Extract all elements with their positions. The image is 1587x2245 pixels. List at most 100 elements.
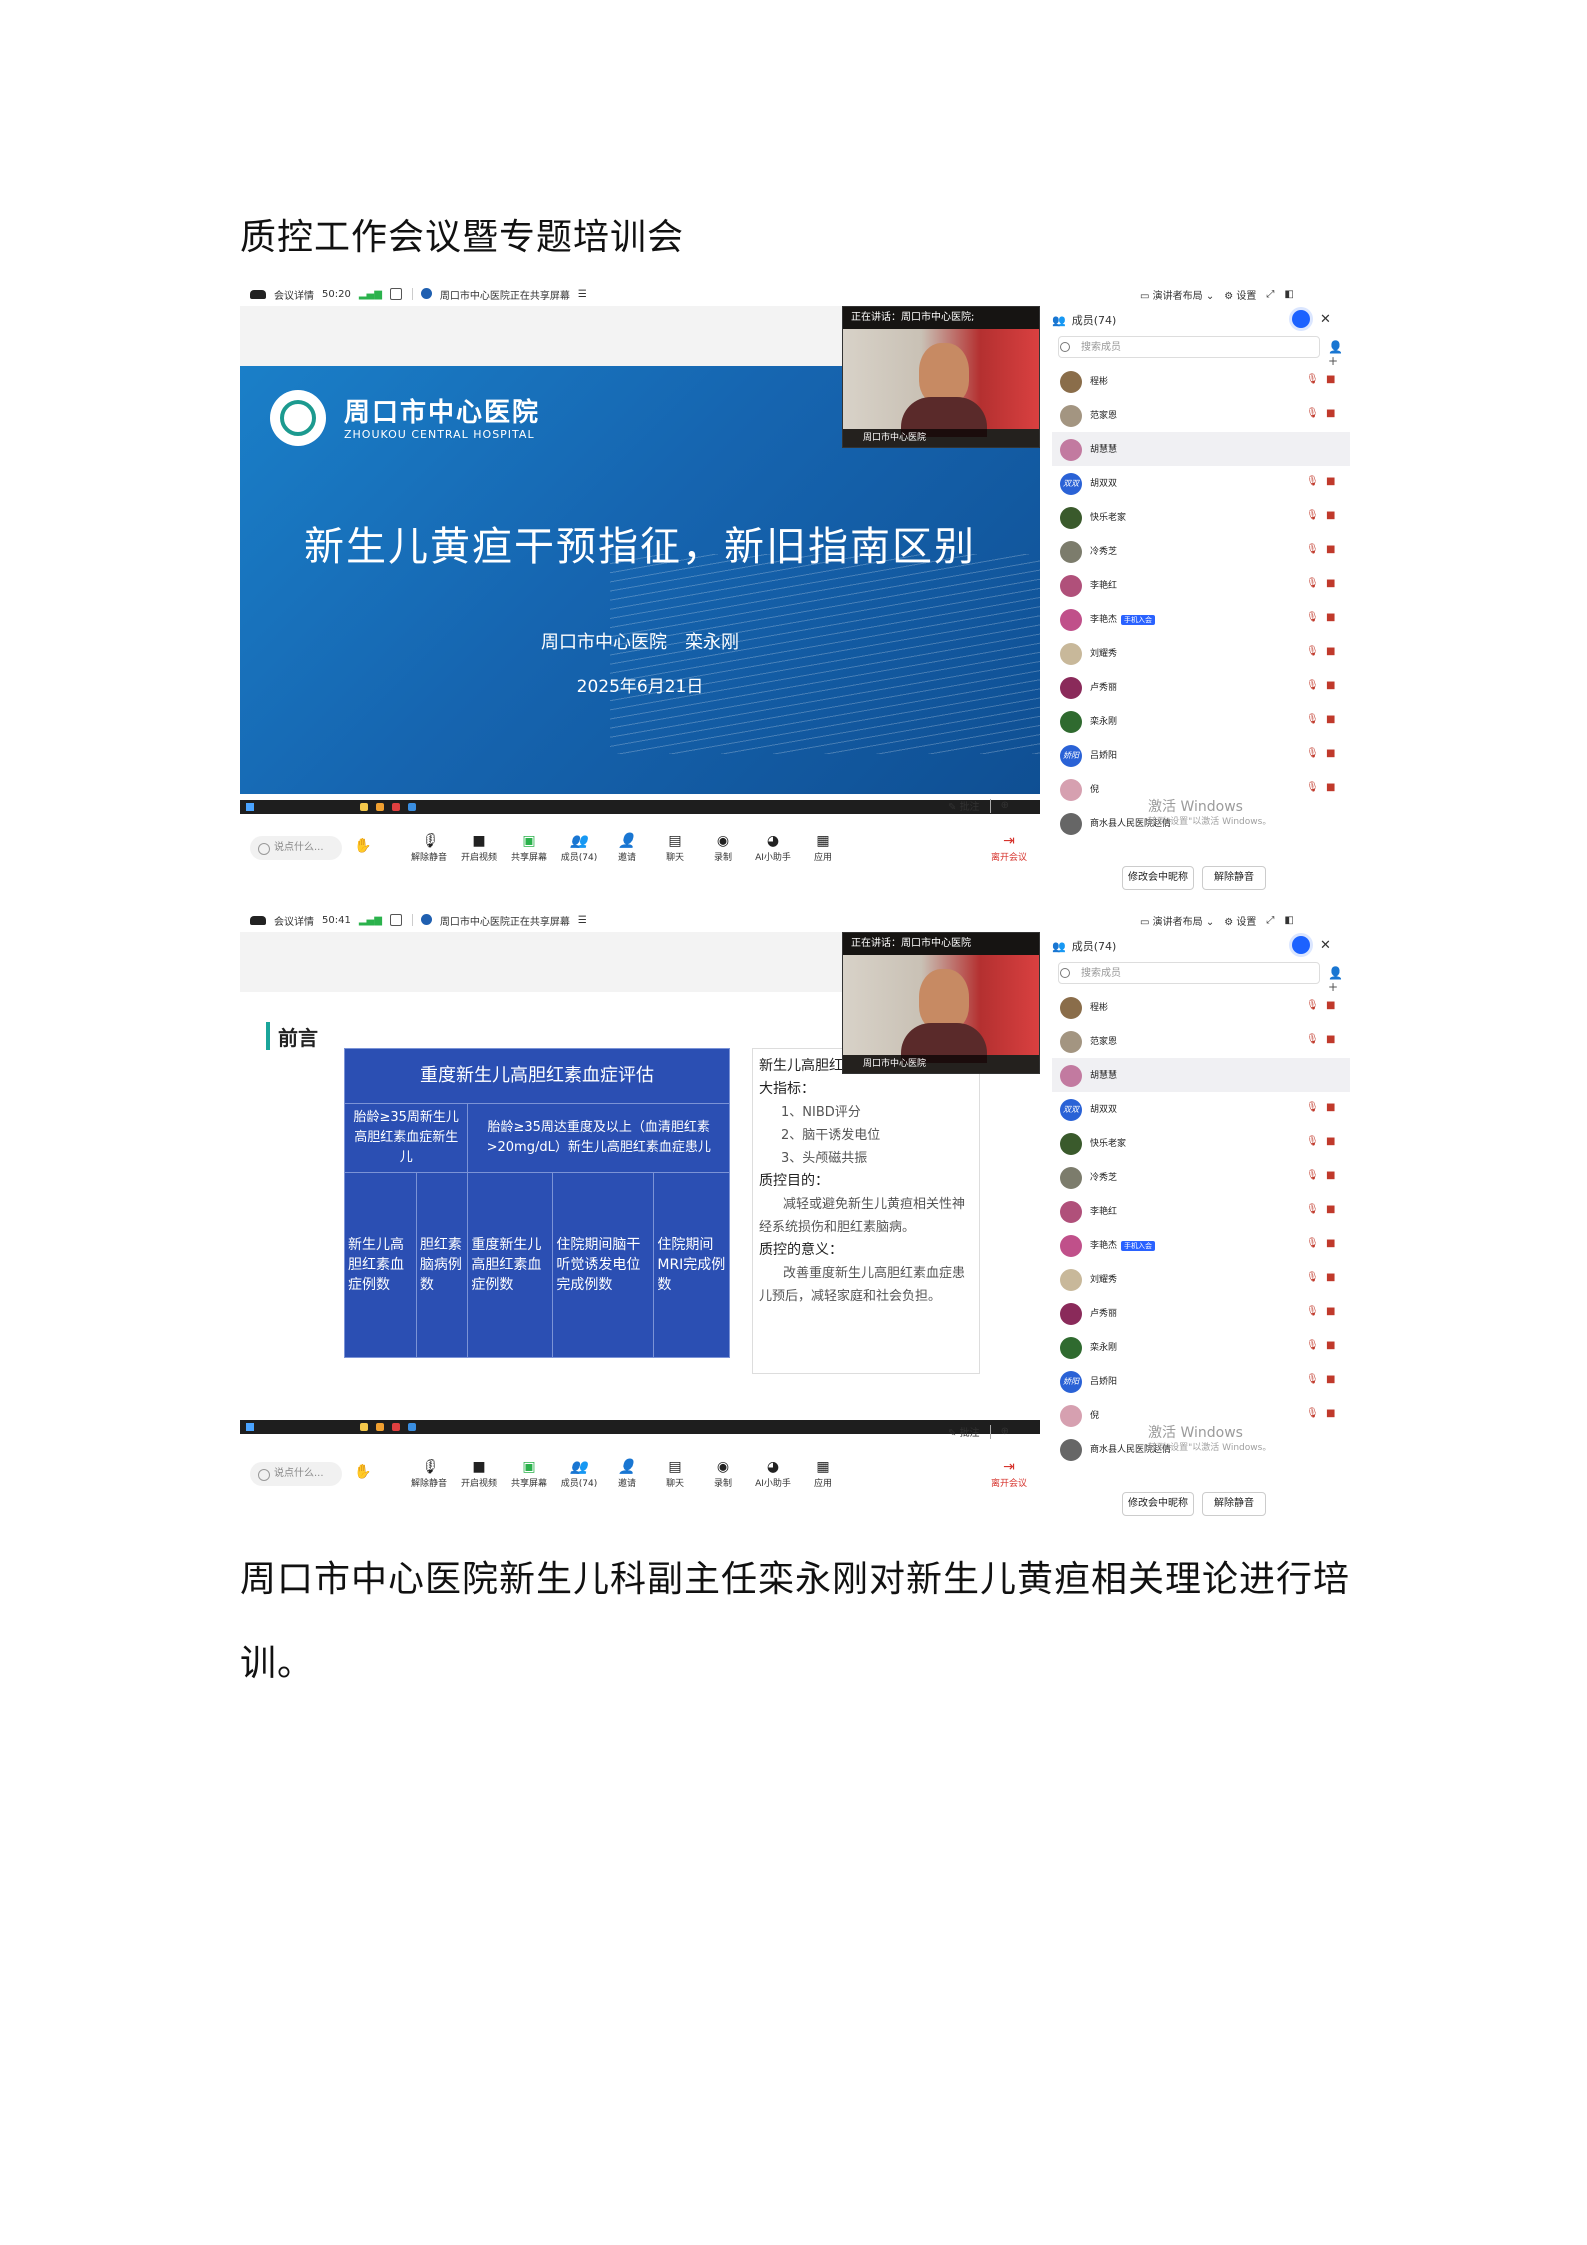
member-row[interactable]: 卢秀丽 🎙 ■: [1052, 670, 1350, 704]
member-row[interactable]: 双双 胡双双 🎙 ■: [1052, 1092, 1350, 1126]
members-button[interactable]: 👥 成员(74): [552, 832, 606, 863]
chat-quick-input[interactable]: 说点什么...: [250, 1462, 342, 1486]
member-row[interactable]: 范家恩 🎙 ■: [1052, 398, 1350, 432]
app-icon: [392, 803, 400, 811]
camera-off-icon: ■: [1326, 646, 1336, 657]
member-row[interactable]: 李艳红 🎙 ■: [1052, 568, 1350, 602]
member-row[interactable]: 娇阳 吕娇阳 🎙 ■: [1052, 1364, 1350, 1398]
member-row[interactable]: 刘耀秀 🎙 ■: [1052, 636, 1350, 670]
meeting-details-link[interactable]: 会议详情: [274, 913, 314, 928]
member-row[interactable]: 冷秀芝 🎙 ■: [1052, 534, 1350, 568]
camera-off-icon: ■: [1326, 1204, 1336, 1215]
record-button[interactable]: ◉ 录制: [696, 832, 750, 863]
meeting-timer: 50:20: [322, 288, 351, 300]
avatar: [1060, 1201, 1082, 1223]
member-search-input[interactable]: 搜索成员: [1058, 962, 1320, 984]
leave-meeting-button[interactable]: ⇥ 离开会议: [982, 832, 1036, 863]
leave-meeting-button[interactable]: ⇥ 离开会议: [982, 1458, 1036, 1489]
start-video-button[interactable]: ■ 开启视频: [452, 832, 506, 863]
member-row[interactable]: 栾永刚 🎙 ■: [1052, 1330, 1350, 1364]
zoom-icon[interactable]: ⊕: [1001, 800, 1009, 811]
annotate-button[interactable]: ✎ 批注: [948, 1424, 980, 1439]
annotate-button[interactable]: ✎ 批注: [948, 798, 980, 813]
member-row[interactable]: 范家恩 🎙 ■: [1052, 1024, 1350, 1058]
record-button[interactable]: ◉ 录制: [696, 1458, 750, 1489]
member-row[interactable]: 快乐老家 🎙 ■: [1052, 1126, 1350, 1160]
member-row[interactable]: 程彬 🎙 ■: [1052, 364, 1350, 398]
avatar: [1060, 1439, 1082, 1461]
speaker-video[interactable]: 正在讲话：周口市中心医院 周口市中心医院: [842, 932, 1040, 1074]
chat-button[interactable]: ▤ 聊天: [648, 1458, 702, 1489]
apps-button[interactable]: ▦ 应用: [796, 1458, 850, 1489]
close-icon[interactable]: ✕: [1320, 312, 1331, 327]
invite-icon: 👤: [618, 833, 636, 849]
fullscreen-icon[interactable]: ⤢: [1266, 915, 1274, 926]
member-row[interactable]: 快乐老家 🎙 ■: [1052, 500, 1350, 534]
member-row[interactable]: 胡慧慧: [1052, 432, 1350, 466]
apps-button[interactable]: ▦ 应用: [796, 832, 850, 863]
avatar: [1060, 507, 1082, 529]
member-search-input[interactable]: 搜索成员: [1058, 336, 1320, 358]
share-screen-button[interactable]: ▣ 共享屏幕: [502, 1458, 556, 1489]
sharing-menu-icon[interactable]: ☰: [578, 915, 587, 926]
member-row[interactable]: 李艳杰 手机入会 🎙 ■: [1052, 1228, 1350, 1262]
member-row[interactable]: 李艳红 🎙 ■: [1052, 1194, 1350, 1228]
avatar: [1060, 1235, 1082, 1257]
camera-off-icon: ■: [1326, 1170, 1336, 1181]
settings-button[interactable]: ⚙ 设置: [1224, 913, 1256, 928]
sidebar-toggle-icon[interactable]: ◧: [1284, 289, 1293, 300]
member-row[interactable]: 程彬 🎙 ■: [1052, 990, 1350, 1024]
unmute-button[interactable]: 🎙 解除静音: [402, 832, 456, 863]
speaking-indicator: 正在讲话：周口市中心医院: [843, 933, 1039, 955]
members-button[interactable]: 👥 成员(74): [552, 1458, 606, 1489]
zoom-icon[interactable]: ⊕: [1001, 1426, 1009, 1437]
close-icon[interactable]: ✕: [1320, 938, 1331, 953]
layout-dropdown[interactable]: ▭ 演讲者布局 ⌄: [1140, 287, 1214, 302]
raise-hand-icon[interactable]: ✋: [354, 1464, 371, 1480]
meeting-logo-icon: [250, 915, 266, 925]
member-row[interactable]: 栾永刚 🎙 ■: [1052, 704, 1350, 738]
layout-dropdown[interactable]: ▭ 演讲者布局 ⌄: [1140, 913, 1214, 928]
sharer-avatar-icon: [420, 914, 432, 926]
ai-assistant-button[interactable]: ◕ AI小助手: [746, 832, 800, 863]
member-row[interactable]: 李艳杰 手机入会 🎙 ■: [1052, 602, 1350, 636]
unmute-button[interactable]: 🎙 解除静音: [402, 1458, 456, 1489]
avatar: [1060, 575, 1082, 597]
heading-accent: [266, 1022, 270, 1050]
member-row[interactable]: 刘耀秀 🎙 ■: [1052, 1262, 1350, 1296]
avatar: [1060, 813, 1082, 835]
chat-quick-input[interactable]: 说点什么...: [250, 836, 342, 860]
speaker-video[interactable]: 正在讲话：周口市中心医院; 周口市中心医院: [842, 306, 1040, 448]
popout-icon[interactable]: [389, 288, 402, 300]
sidebar-toggle-icon[interactable]: ◧: [1284, 915, 1293, 926]
chat-icon: ▤: [668, 1459, 682, 1475]
rename-button[interactable]: 修改会中昵称: [1122, 866, 1194, 890]
table-cell: 住院期间脑干听觉诱发电位完成例数: [552, 1172, 655, 1358]
start-video-button[interactable]: ■ 开启视频: [452, 1458, 506, 1489]
sharing-menu-icon[interactable]: ☰: [578, 289, 587, 300]
share-screen-button[interactable]: ▣ 共享屏幕: [502, 832, 556, 863]
assistant-float-icon[interactable]: [1292, 936, 1310, 954]
member-row[interactable]: 胡慧慧: [1052, 1058, 1350, 1092]
meeting-details-link[interactable]: 会议详情: [274, 287, 314, 302]
assistant-float-icon[interactable]: [1292, 310, 1310, 328]
unmute-all-button[interactable]: 解除静音: [1202, 1492, 1266, 1516]
mic-muted-icon: 🎙: [1306, 1238, 1319, 1249]
member-row[interactable]: 冷秀芝 🎙 ■: [1052, 1160, 1350, 1194]
invite-button[interactable]: 👤 邀请: [600, 832, 654, 863]
rename-button[interactable]: 修改会中昵称: [1122, 1492, 1194, 1516]
raise-hand-icon[interactable]: ✋: [354, 838, 371, 854]
member-row[interactable]: 双双 胡双双 🎙 ■: [1052, 466, 1350, 500]
member-row[interactable]: 卢秀丽 🎙 ■: [1052, 1296, 1350, 1330]
chat-button[interactable]: ▤ 聊天: [648, 832, 702, 863]
settings-button[interactable]: ⚙ 设置: [1224, 287, 1256, 302]
unmute-all-button[interactable]: 解除静音: [1202, 866, 1266, 890]
ai-assistant-button[interactable]: ◕ AI小助手: [746, 1458, 800, 1489]
avatar: [1060, 1405, 1082, 1427]
member-row[interactable]: 娇阳 吕娇阳 🎙 ■: [1052, 738, 1350, 772]
popout-icon[interactable]: [389, 914, 402, 926]
avatar: [1060, 1065, 1082, 1087]
invite-button[interactable]: 👤 邀请: [600, 1458, 654, 1489]
slide-presenter: 周口市中心医院 栾永刚: [541, 632, 739, 653]
fullscreen-icon[interactable]: ⤢: [1266, 289, 1274, 300]
